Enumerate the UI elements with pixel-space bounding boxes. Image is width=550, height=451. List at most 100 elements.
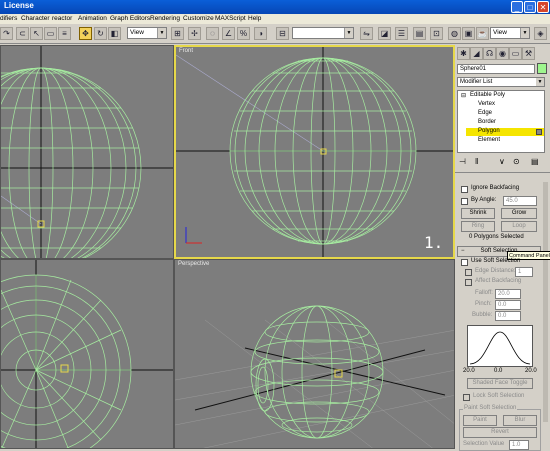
named-selection-icon[interactable]: ⊟ [276, 27, 289, 40]
stack-item-editable-poly[interactable]: Editable Poly [470, 92, 505, 98]
menu-character[interactable]: Character [21, 14, 50, 24]
shaded-face-toggle-button[interactable]: Shaded Face Toggle [467, 378, 533, 389]
minimize-button[interactable]: _ [511, 1, 523, 13]
select-object-icon[interactable]: ↖ [30, 27, 43, 40]
axis-tripod-icon [185, 227, 202, 244]
selection-value-label: Selection Value [463, 441, 505, 447]
menu-help[interactable]: Help [248, 14, 261, 24]
menu-maxscript[interactable]: MAXScript [215, 14, 246, 24]
menu-animation[interactable]: Animation [78, 14, 107, 24]
paint-button[interactable]: Paint [463, 415, 497, 426]
layer-manager-icon[interactable]: ☰ [395, 27, 408, 40]
modifier-list-dropdown[interactable]: Modifier List ▼ [457, 77, 545, 87]
blur-button[interactable]: Blur [503, 415, 537, 426]
pivot-center-icon[interactable]: ⊞ [171, 27, 184, 40]
falloff-label: Falloff: [475, 290, 493, 296]
menu-customize[interactable]: Customize [183, 14, 214, 24]
stack-item-vertex[interactable]: Vertex [478, 101, 495, 107]
use-soft-selection-checkbox[interactable] [461, 259, 468, 266]
angle-snap-icon[interactable]: ∠ [222, 27, 235, 40]
remove-modifier-icon[interactable]: ⊙ [513, 157, 520, 166]
motion-tab-icon[interactable]: ◉ [496, 47, 509, 60]
schematic-view-icon[interactable]: ⊡ [430, 27, 443, 40]
ring-button[interactable]: Ring [461, 221, 495, 232]
render-scene-icon[interactable]: ▣ [462, 27, 475, 40]
chevron-down-icon: ▼ [536, 78, 544, 86]
percent-snap-icon[interactable]: % [237, 27, 250, 40]
sphere-wireframe-perspective [250, 305, 384, 439]
grow-button[interactable]: Grow [501, 208, 537, 219]
affect-backfacing-checkbox[interactable] [465, 279, 472, 286]
revert-button[interactable]: Revert [463, 427, 537, 438]
material-editor-icon[interactable]: ◍ [448, 27, 461, 40]
loop-button[interactable]: Loop [501, 221, 537, 232]
stack-item-polygon[interactable]: Polygon [478, 128, 500, 134]
render-last-icon[interactable]: ◈ [534, 27, 547, 40]
close-button[interactable]: ✕ [537, 1, 549, 13]
viewport-perspective-canvas [175, 305, 454, 448]
mirror-icon[interactable]: ⇋ [360, 27, 373, 40]
viewport-left[interactable] [0, 259, 174, 449]
curve-mid-value: 0.0 [494, 368, 503, 374]
spinner-snap-icon[interactable]: ◑ [254, 27, 267, 40]
move-tool-icon[interactable]: ✥ [79, 27, 92, 40]
modify-tab-icon[interactable]: ◢ [470, 47, 483, 60]
falloff-field[interactable]: 20.0 [495, 289, 521, 299]
display-tab-icon[interactable]: ▭ [509, 47, 522, 60]
edge-distance-field[interactable]: 1 [515, 267, 533, 277]
falloff-curve-graph [467, 325, 533, 367]
panel-scrollbar[interactable] [543, 182, 548, 422]
snap-icon[interactable]: ◌ [206, 27, 219, 40]
pinch-field[interactable]: 0.0 [495, 300, 521, 310]
edge-distance-label: Edge Distance: [475, 268, 516, 274]
select-region-icon[interactable]: ▭ [44, 27, 57, 40]
ignore-backfacing-checkbox[interactable] [461, 186, 468, 193]
object-name-field[interactable]: Sphere01 [457, 64, 535, 74]
viewport-top-canvas [1, 46, 173, 258]
viewport-front-canvas [176, 47, 453, 257]
named-selection-dropdown[interactable]: ▼ [292, 27, 354, 39]
render-view-dropdown[interactable]: View ▼ [490, 27, 530, 39]
viewport-front[interactable]: Front 1. [174, 45, 455, 259]
edge-distance-checkbox[interactable] [465, 269, 472, 276]
scale-tool-icon[interactable]: ◧ [108, 27, 121, 40]
show-end-result-icon[interactable]: ǁ [475, 157, 478, 166]
stack-item-edge[interactable]: Edge [478, 110, 492, 116]
create-tab-icon[interactable]: ✱ [457, 47, 470, 60]
lock-soft-selection-checkbox[interactable] [463, 394, 470, 401]
by-angle-checkbox[interactable] [461, 198, 468, 205]
pin-stack-icon[interactable]: ⊣ [459, 157, 466, 166]
select-by-name-icon[interactable]: ≡ [58, 27, 71, 40]
curve-editor-icon[interactable]: ▤ [413, 27, 426, 40]
rotate-tool-icon[interactable]: ↻ [94, 27, 107, 40]
hierarchy-tab-icon[interactable]: ☊ [483, 47, 496, 60]
stack-expand-icon[interactable]: ⊟ [461, 92, 466, 99]
by-angle-field[interactable]: 45.0 [503, 196, 537, 206]
make-unique-icon[interactable]: ∨ [499, 157, 505, 166]
menu-reactor[interactable]: reactor [52, 14, 72, 24]
polygon-mode-icon [536, 129, 542, 135]
viewport-perspective[interactable]: Perspective [174, 259, 455, 449]
configure-sets-icon[interactable]: ▤ [531, 157, 539, 166]
menu-modifiers[interactable]: difiers [0, 14, 17, 24]
quick-render-icon[interactable]: ☕ [476, 27, 489, 40]
align-icon[interactable]: ◪ [378, 27, 391, 40]
curve-right-value: 20.0 [525, 368, 537, 374]
menu-graph-editors[interactable]: Graph Editors [110, 14, 150, 24]
maximize-button[interactable]: □ [524, 1, 536, 13]
utilities-tab-icon[interactable]: ⚒ [522, 47, 535, 60]
sphere-wireframe [1, 67, 142, 258]
stack-item-border[interactable]: Border [478, 119, 496, 125]
viewport-top[interactable] [0, 45, 174, 259]
lock-soft-selection-label: Lock Soft Selection [473, 393, 525, 399]
stack-item-element[interactable]: Element [478, 137, 500, 143]
manipulate-icon[interactable]: ✢ [188, 27, 201, 40]
redo-icon[interactable]: ↷ [0, 27, 13, 40]
bubble-field[interactable]: 0.0 [495, 311, 521, 321]
select-link-icon[interactable]: ⊂ [16, 27, 29, 40]
menu-rendering[interactable]: Rendering [150, 14, 180, 24]
object-color-swatch[interactable] [537, 63, 547, 74]
command-panel: ✱ ◢ ☊ ◉ ▭ ⚒ Sphere01 Modifier List ▼ ⊟ E… [455, 44, 550, 451]
reference-coord-dropdown[interactable]: View ▼ [127, 27, 167, 39]
shrink-button[interactable]: Shrink [461, 208, 495, 219]
